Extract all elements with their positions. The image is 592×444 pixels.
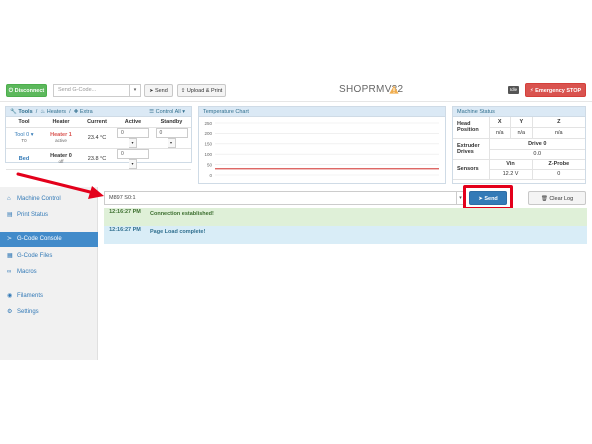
app-root: ⏻ Disconnect Send G-Code... ▾ ➤ Send ⇪ U… [0, 0, 592, 444]
annotation-arrow [16, 172, 104, 199]
